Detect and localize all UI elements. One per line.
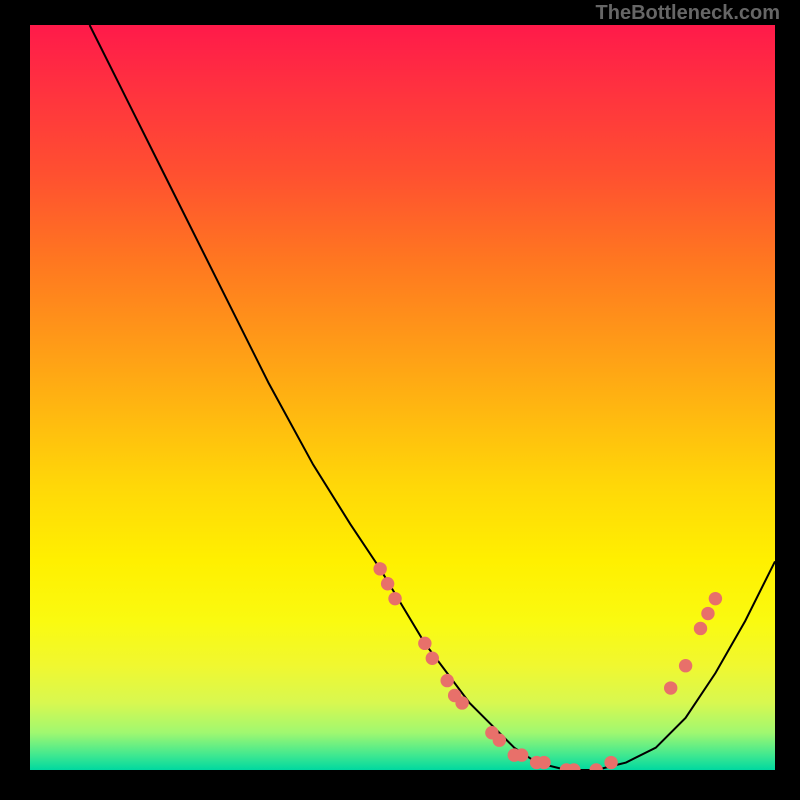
curve-marker [373,562,386,575]
curve-marker [381,577,394,590]
chart-container: TheBottleneck.com [0,0,800,800]
markers-svg [30,25,775,770]
curve-marker [709,592,722,605]
curve-marker [493,733,506,746]
curve-marker [388,592,401,605]
plot-area [30,25,775,770]
curve-marker [694,622,707,635]
curve-marker [515,748,528,761]
curve-marker [426,652,439,665]
curve-marker [537,756,550,769]
curve-marker [701,607,714,620]
curve-marker [589,763,602,770]
watermark-text: TheBottleneck.com [596,2,780,25]
curve-marker [440,674,453,687]
curve-marker [455,696,468,709]
curve-marker [679,659,692,672]
curve-marker [664,681,677,694]
curve-marker [418,637,431,650]
curve-marker [604,756,617,769]
curve-markers [373,562,722,770]
